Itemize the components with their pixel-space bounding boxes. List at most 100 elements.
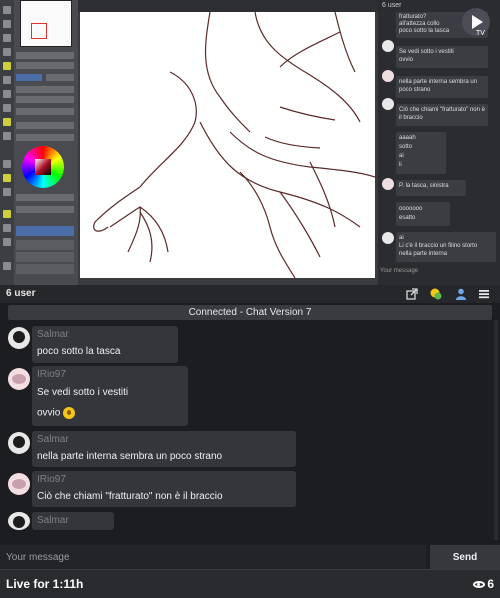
message-text: Ciò che chiami "fratturato" non è il bra… (37, 491, 223, 502)
tool-icon (3, 90, 11, 98)
message-text: ovvio (37, 407, 61, 419)
message-username: IRio97 (37, 369, 66, 380)
message-input[interactable] (0, 545, 426, 569)
tool-icon (3, 224, 11, 232)
skull-avatar (8, 327, 30, 349)
winking-emoji-icon (63, 407, 76, 419)
viewer-count-wrap: 6 (473, 577, 494, 591)
layer-item (16, 240, 74, 250)
tool-icon (3, 174, 11, 182)
skull-avatar (8, 432, 30, 454)
tool-icon (3, 20, 11, 28)
tool-column (0, 0, 14, 285)
tool-icon (3, 6, 11, 14)
layer-item (16, 264, 74, 274)
mini-avatar (382, 178, 394, 190)
chat-scrollbar[interactable] (494, 320, 498, 540)
chat-message: IRio97 Se vedi sotto i vestiti ovvio (32, 366, 188, 426)
mini-chat-text: Ciò che chiami "fratturato" non è il bra… (399, 107, 485, 121)
tool-icon (3, 210, 11, 218)
mini-chat-message: Ciò che chiami "fratturato" non è il bra… (396, 104, 488, 126)
panel-row (16, 206, 74, 213)
mini-chat-text: aaaah (399, 135, 416, 141)
message-username: Salmar (37, 329, 69, 340)
eye-icon (473, 581, 486, 589)
tool-icon (3, 76, 11, 84)
share-icon[interactable] (406, 288, 418, 300)
mini-chat-input: Your message (380, 268, 419, 274)
mini-chat-title: 6 user (382, 2, 402, 9)
mini-chat-text: P. la tasca, sinistra (399, 183, 449, 189)
sketch-drawing (93, 11, 376, 279)
mini-avatar (382, 40, 394, 52)
mini-chat-text: sotto (399, 144, 413, 150)
mini-chat-message: ooooooo esatto (396, 202, 450, 226)
panel-tab (46, 74, 74, 81)
tool-icon (3, 238, 11, 246)
message-username: IRio97 (37, 474, 66, 485)
drawing-canvas (80, 11, 376, 279)
mini-chat-text: Li c'è il braccio un filino storto (399, 243, 478, 249)
mini-chat-text: nella parte interna sembra un poco stran… (399, 79, 478, 93)
user-count: 6 user (6, 288, 36, 299)
panel-row (16, 134, 74, 141)
tool-icon (3, 34, 11, 42)
skull-avatar (8, 512, 30, 530)
layer-item (16, 226, 74, 236)
tool-icon (3, 160, 11, 168)
mini-chat-text: ai (399, 153, 404, 159)
chat-message: Salmar (32, 512, 114, 530)
navigator-thumbnail (20, 0, 72, 47)
mini-chat-message: nella parte interna sembra un poco stran… (396, 76, 488, 98)
users-icon[interactable] (455, 288, 467, 300)
anime-avatar (8, 368, 30, 390)
tool-icon (3, 48, 11, 56)
mini-chat-message: Se vedi sotto i vestiti ovvio (396, 46, 488, 68)
mini-chat-message: aaaah sotto ai li (396, 132, 446, 174)
mini-chat-text: esatto (399, 215, 416, 221)
connection-status: Connected - Chat Version 7 (8, 305, 492, 320)
message-text-row: ovvio (37, 407, 76, 419)
menu-icon[interactable] (478, 288, 490, 300)
live-status-bar: Live for 1:11h 6 (0, 569, 500, 598)
message-text: Se vedi sotto i vestiti (37, 387, 129, 398)
tool-icon (3, 132, 11, 140)
mini-avatar (382, 98, 394, 110)
send-button[interactable]: Send (430, 545, 500, 569)
panel-row (16, 62, 74, 69)
message-text: nella parte interna sembra un poco stran… (37, 451, 223, 462)
mini-avatar (382, 232, 394, 244)
mini-chat-text: ooooooo (399, 206, 423, 212)
panel-row (16, 86, 74, 93)
stream-video[interactable]: 6 user fratturato? all'attezza collo poc… (0, 0, 500, 285)
chat-header: 6 user (0, 285, 500, 303)
layer-item (16, 252, 74, 262)
message-text: poco sotto la tasca (37, 346, 121, 357)
message-composer: Send (0, 545, 500, 569)
paint-app-panels (0, 0, 78, 285)
mini-chat-text: ovvio (399, 57, 414, 63)
tool-icon (3, 188, 11, 196)
tool-icon (3, 118, 11, 126)
stream-chat-overlay: 6 user fratturato? all'attezza collo poc… (378, 0, 500, 285)
emoji-icon[interactable] (430, 288, 442, 300)
mini-avatar (382, 70, 394, 82)
mini-chat-text: ai (399, 235, 404, 241)
live-duration: Live for 1:11h (6, 577, 84, 591)
viewer-count: 6 (487, 577, 494, 591)
chat-message: Salmar nella parte interna sembra un poc… (32, 431, 296, 467)
tool-icon (3, 62, 11, 70)
chat-message: Salmar poco sotto la tasca (32, 326, 178, 363)
chat-message: IRio97 Ciò che chiami "fratturato" non è… (32, 471, 296, 507)
panel-row (16, 194, 74, 201)
mini-chat-message: ai Li c'è il braccio un filino storto ne… (396, 232, 496, 262)
canvas-topbar (78, 0, 378, 12)
color-wheel (22, 146, 64, 188)
message-username: Salmar (37, 515, 69, 526)
panel-row (16, 52, 74, 59)
mini-chat-text: li (399, 162, 402, 168)
mini-chat-text: nella parte interna (399, 251, 448, 257)
logo-text: TV (476, 30, 485, 37)
tool-icon (3, 104, 11, 112)
panel-row (16, 96, 74, 103)
